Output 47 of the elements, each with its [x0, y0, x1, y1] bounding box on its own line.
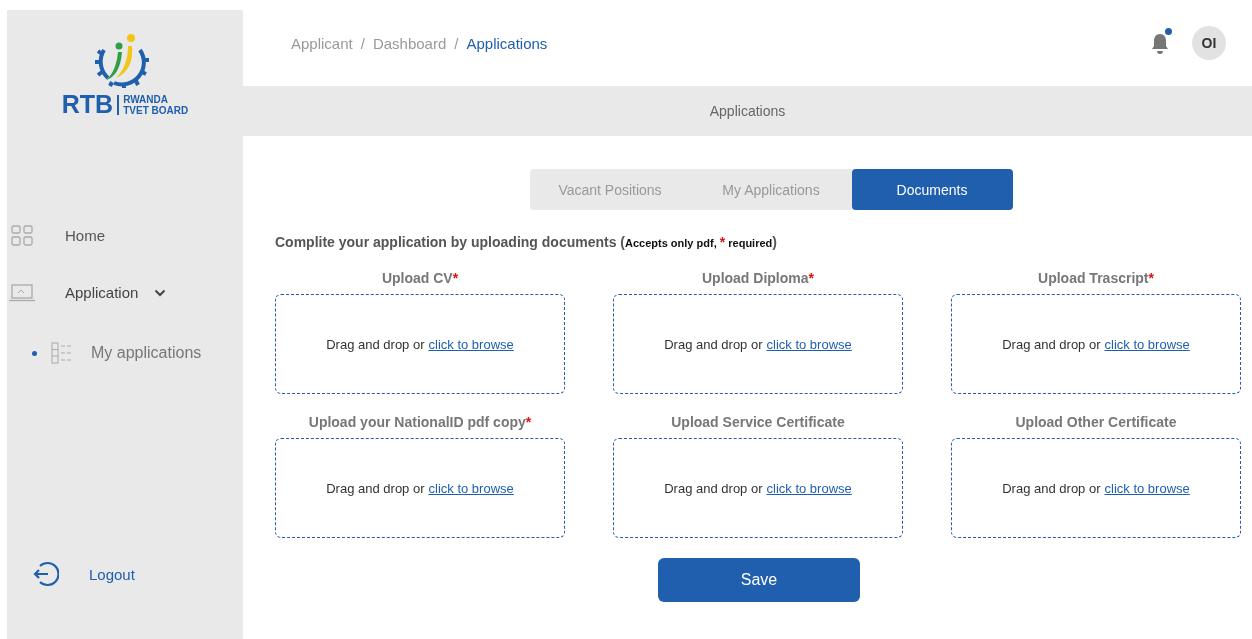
upload-dropzone[interactable]: Drag and drop or click to browse — [613, 438, 903, 538]
upload-label: Upload your NationalID pdf copy* — [308, 414, 532, 432]
nav-link[interactable]: Home — [65, 227, 105, 244]
upload-label: Upload Trascript* — [1038, 270, 1154, 288]
bullet-icon — [32, 350, 37, 356]
logout-icon[interactable] — [33, 561, 59, 587]
page-title: Applications — [709, 103, 786, 119]
breadcrumb-link[interactable]: Applications — [466, 34, 548, 52]
list-icon — [51, 342, 73, 364]
breadcrumb-separator: / — [360, 34, 365, 52]
upload-dropzone[interactable]: Drag and drop or click to browse — [613, 294, 903, 394]
dropzone-text: Drag and drop or — [326, 336, 425, 352]
save-button[interactable]: Save — [658, 558, 860, 602]
logo-name: RWANDA — [123, 93, 169, 105]
browse-link[interactable]: click to browse — [1104, 336, 1190, 352]
upload-dropzone[interactable]: Drag and drop or click to browse — [951, 438, 1241, 538]
dropzone-text: Drag and drop or — [326, 480, 425, 496]
upload-dropzone[interactable]: Drag and drop or click to browse — [275, 294, 565, 394]
logo-initials: RTB — [61, 90, 114, 119]
upload-label: Upload Diploma* — [702, 270, 814, 288]
browse-link[interactable]: click to browse — [766, 480, 852, 496]
logo-gear-drawing — [92, 32, 152, 88]
upload-label: Upload CV* — [381, 270, 459, 288]
upload-label: Upload Service Certificate — [671, 414, 845, 432]
instructions-text: Complite your application by uploading documents (Accepts only pdf, * required) — [275, 234, 778, 250]
breadcrumb-separator: / — [454, 34, 459, 52]
dropzone-text: Drag and drop or — [1002, 336, 1101, 352]
logo-name: TVET BOARD — [123, 104, 189, 116]
laptop-icon — [9, 283, 35, 302]
browse-link[interactable]: click to browse — [1104, 480, 1190, 496]
nav-link[interactable]: My applications — [91, 344, 202, 362]
dropzone-text: Drag and drop or — [664, 480, 763, 496]
bell-icon[interactable] — [1150, 32, 1170, 54]
browse-link[interactable]: click to browse — [428, 480, 514, 496]
upload-label: Upload Other Certificate — [1015, 414, 1177, 432]
user-avatar[interactable]: OI — [1192, 26, 1226, 60]
dropzone-text: Drag and drop or — [1002, 480, 1101, 496]
nav-link[interactable]: Application — [65, 284, 139, 301]
dropzone-text: Drag and drop or — [664, 336, 763, 352]
upload-dropzone[interactable]: Drag and drop or click to browse — [275, 438, 565, 538]
grid-icon — [9, 224, 35, 247]
logout-link[interactable]: Logout — [89, 565, 135, 583]
browse-link[interactable]: click to browse — [766, 336, 852, 352]
browse-link[interactable]: click to browse — [428, 336, 514, 352]
upload-dropzone[interactable]: Drag and drop or click to browse — [951, 294, 1241, 394]
tab[interactable]: Documents — [851, 169, 1013, 210]
chevron-icon[interactable] — [154, 288, 167, 297]
